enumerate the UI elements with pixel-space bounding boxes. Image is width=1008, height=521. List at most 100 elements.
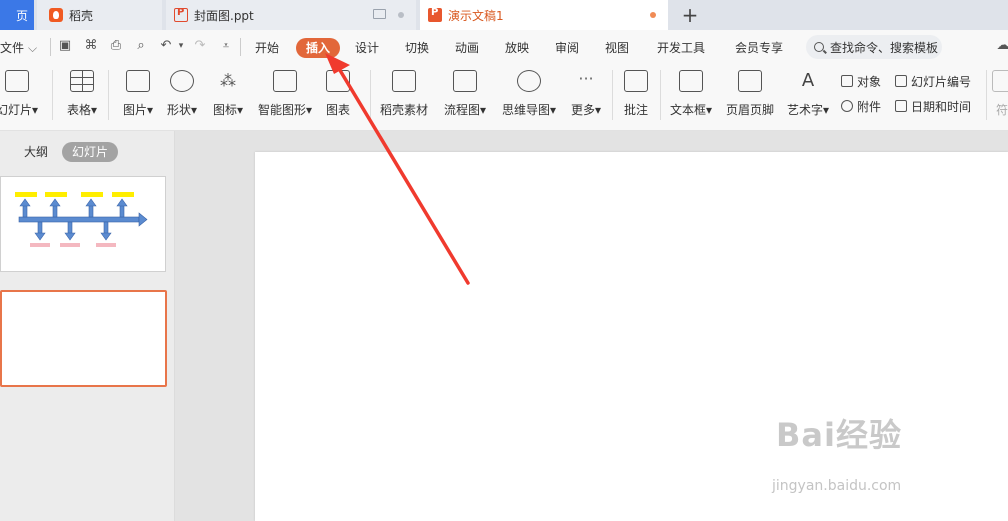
table-button[interactable]: 表格▾ [60,68,104,124]
customize-toolbar-icon[interactable]: ⩡ [219,39,233,53]
object-button[interactable]: 对象 [841,72,881,90]
menu-review[interactable]: 审阅 [555,39,579,56]
tab-cover-label: 封面图.ppt [194,8,254,23]
new-slide-icon [5,70,29,92]
flowchart-button[interactable]: 流程图▾ [440,68,490,124]
search-placeholder: 查找命令、搜索模板 [830,40,939,55]
watermark-brand: Bai经验 [776,416,902,454]
redo-icon[interactable]: ↷ [193,39,207,53]
wordart-button[interactable]: A 艺术字▾ [784,68,832,124]
shape-label: 形状▾ [166,103,198,117]
mindmap-button[interactable]: 思维导图▾ [498,68,560,124]
tab-daoke[interactable]: 稻壳 [37,0,162,30]
slide-thumbnail-1[interactable] [0,176,166,272]
menu-insert[interactable]: 插入 [296,38,340,58]
comment-icon [624,70,648,92]
insert-ribbon: 幻灯片▾ 表格▾ 图片▾ 形状▾ ⁂ 图标▾ 智能图形▾ 图表 稻壳素材 流程图… [0,64,1008,131]
smartart-label: 智能图形▾ [257,103,313,117]
icon-button[interactable]: ⁂ 图标▾ [206,68,250,124]
print-icon[interactable]: ⎙ [109,39,123,53]
save-icon[interactable]: ▣ [58,39,72,53]
chart-button[interactable]: 图表 [320,68,356,124]
menu-slideshow[interactable]: 放映 [505,39,529,56]
menu-developer[interactable]: 开发工具 [657,39,705,56]
chart-icon [326,70,350,92]
tab-home[interactable]: 页 [0,0,34,30]
slide-page[interactable] [255,152,1008,521]
symbol-icon [992,70,1008,92]
comment-label: 批注 [623,103,648,117]
ribbon-separator [660,70,661,120]
smartart-button[interactable]: 智能图形▾ [254,68,316,124]
attachment-button[interactable]: 附件 [841,97,881,115]
object-icon [841,75,853,87]
shape-button[interactable]: 形状▾ [160,68,204,124]
print-preview-icon[interactable]: ⌕ [134,39,148,53]
slide-thumbnail-2[interactable] [0,290,167,387]
more-icon: ··· [578,69,594,88]
menu-file-label: 文件 [0,41,25,55]
menu-animation[interactable]: 动画 [455,39,479,56]
tab-daoke-label: 稻壳 [69,8,94,23]
attachment-label: 附件 [857,99,882,114]
slides-tab[interactable]: 幻灯片 [62,142,118,162]
new-slide-label: 幻灯片▾ [0,103,39,117]
cloud-icon[interactable]: ☁ [996,39,1008,53]
datetime-label: 日期和时间 [911,99,972,114]
datetime-button[interactable]: 日期和时间 [895,97,971,115]
undo-icon[interactable]: ↶ [159,39,173,53]
slide-number-icon [895,75,907,87]
ribbon-separator [370,70,371,120]
command-search-input[interactable]: 查找命令、搜索模板 [806,35,942,59]
tab-unsaved-dot [650,12,656,18]
monitor-icon [373,9,386,19]
ppt-file-icon [174,7,188,22]
header-footer-button[interactable]: 页眉页脚 [722,68,778,124]
menu-design[interactable]: 设计 [355,39,379,56]
daoke-logo-icon [49,8,63,22]
search-icon [814,42,824,52]
header-footer-label: 页眉页脚 [725,103,774,117]
picture-label: 图片▾ [122,103,154,117]
ribbon-separator [612,70,613,120]
wordart-icon: A [801,70,815,91]
icons-icon: ⁂ [220,71,236,90]
symbol-button[interactable]: 符 [992,68,1008,124]
table-label: 表格▾ [66,103,98,117]
format-painter-icon[interactable]: ⌘ [84,39,98,53]
new-slide-button[interactable]: 幻灯片▾ [0,68,42,124]
textbox-button[interactable]: 文本框▾ [666,68,716,124]
more-button[interactable]: ··· 更多▾ [566,68,606,124]
ribbon-separator [986,70,987,120]
menu-member[interactable]: 会员专享 [735,39,783,56]
header-footer-icon [738,70,762,92]
symbol-label: 符 [995,103,1008,117]
menu-divider [50,38,51,56]
slide-number-label: 幻灯片编号 [911,74,972,89]
tab-active-doc[interactable]: 演示文稿1 [420,0,668,30]
daoke-material-button[interactable]: 稻壳素材 [376,68,432,124]
icon-label: 图标▾ [212,103,244,117]
undo-dropdown-icon[interactable]: ▾ [174,39,188,53]
more-label: 更多▾ [570,103,602,117]
menu-divider [240,38,241,56]
menu-transition[interactable]: 切换 [405,39,429,56]
ribbon-separator [108,70,109,120]
menu-bar: 文件 ⌵ ▣ ⌘ ⎙ ⌕ ↶ ▾ ↷ ⩡ 开始 插入 设计 切换 动画 放映 审阅… [0,30,1008,64]
tab-status-dot [398,12,404,18]
slide-number-button[interactable]: 幻灯片编号 [895,72,971,90]
smartart-icon [273,70,297,92]
daoke-material-label: 稻壳素材 [379,103,428,117]
outline-tab[interactable]: 大纲 [24,143,48,160]
menu-view[interactable]: 视图 [605,39,629,56]
picture-button[interactable]: 图片▾ [116,68,160,124]
mindmap-icon [517,70,541,92]
menu-file[interactable]: 文件 ⌵ [0,39,37,56]
new-tab-button[interactable]: + [680,0,700,30]
tab-cover-file[interactable]: 封面图.ppt [166,0,416,30]
calendar-icon [895,100,907,112]
tab-active-label: 演示文稿1 [448,8,504,23]
menu-start[interactable]: 开始 [255,39,279,56]
timeline-diagram-thumbnail [15,192,148,247]
comment-button[interactable]: 批注 [618,68,654,124]
